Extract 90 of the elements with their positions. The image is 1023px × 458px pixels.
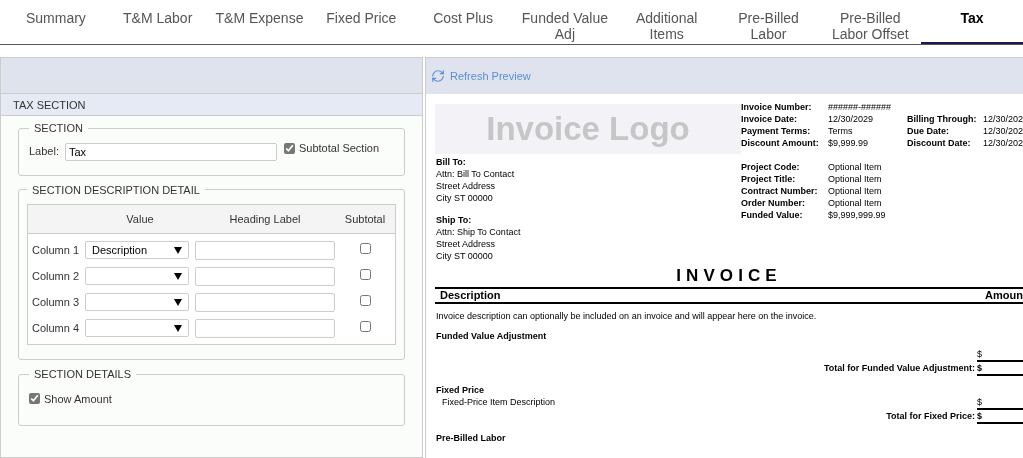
- address-title: Ship To:: [436, 214, 473, 226]
- section-title: TAX SECTION: [1, 94, 422, 116]
- checkbox-label: Show Amount: [44, 391, 112, 407]
- tab[interactable]: Summary: [5, 0, 107, 44]
- item-description: Fixed-Price Item Description: [441, 396, 556, 409]
- caret-icon: [174, 272, 182, 280]
- address-line: City ST 00000: [436, 250, 494, 262]
- info-value: 12/30/202: [982, 125, 1023, 137]
- info-value: 12/30/2029: [827, 113, 873, 125]
- total-label: Total for Funded Value Adjustment:: [824, 362, 976, 375]
- column-header: Heading Label: [228, 211, 302, 227]
- tab[interactable]: T&M Labor: [106, 0, 209, 44]
- caret-icon: [174, 324, 182, 332]
- tab[interactable]: Tax: [921, 0, 1023, 44]
- info-label: Invoice Date:: [740, 113, 798, 125]
- value-dropdown[interactable]: [85, 319, 189, 337]
- checkbox[interactable]: [284, 143, 295, 154]
- address-line: Street Address: [436, 180, 497, 192]
- info-label: Project Code:: [740, 161, 801, 173]
- column-header: Description: [440, 289, 501, 302]
- caret-icon: [174, 298, 182, 306]
- label-input[interactable]: Tax: [65, 142, 277, 161]
- heading-label-input[interactable]: [195, 240, 335, 260]
- row-label: Column 4: [31, 320, 81, 336]
- checkbox[interactable]: [359, 320, 371, 332]
- group-legend: SECTION DETAILS: [29, 366, 136, 383]
- info-label: Funded Value:: [740, 209, 804, 221]
- info-label: Payment Terms:: [740, 125, 812, 137]
- total-amount: $: [977, 362, 1023, 376]
- tab[interactable]: T&M Expense: [208, 0, 311, 44]
- column-header: Value: [125, 211, 155, 227]
- info-value: Optional Item: [827, 161, 882, 173]
- info-label: Project Title:: [740, 173, 797, 185]
- info-label: Invoice Number:: [740, 101, 813, 113]
- address-line: Attn: Bill To Contact: [436, 168, 516, 180]
- info-value: ######-######: [827, 101, 892, 113]
- tab[interactable]: Cost Plus: [412, 0, 514, 44]
- refresh-icon: [431, 69, 445, 83]
- heading-label-input[interactable]: [195, 266, 335, 286]
- info-label: Order Number:: [740, 197, 806, 209]
- heading-label-input[interactable]: [195, 318, 335, 338]
- address-title: Bill To:: [436, 156, 467, 168]
- section-heading: Funded Value Adjustment: [435, 330, 548, 342]
- checkbox[interactable]: [359, 268, 371, 280]
- info-value: $9,999.99: [827, 137, 868, 149]
- total-label: Total for Fixed Price:: [886, 410, 976, 423]
- tab[interactable]: Additional Items: [615, 0, 718, 44]
- invoice-title: INVOICE: [675, 266, 783, 286]
- info-value: Optional Item: [827, 197, 882, 209]
- info-label: Discount Amount:: [740, 137, 820, 149]
- info-value: Terms: [827, 125, 853, 137]
- tab[interactable]: Pre-Billed Labor: [717, 0, 820, 44]
- field-label: Label:: [29, 144, 59, 160]
- info-label: Billing Through:: [906, 113, 978, 125]
- column-header: Amoun: [985, 289, 1023, 302]
- tab[interactable]: Pre-Billed Labor Offset: [819, 0, 922, 44]
- info-label: Discount Date:: [906, 137, 972, 149]
- info-value: $9,999,999.99: [827, 209, 886, 221]
- address-line: Street Address: [436, 238, 497, 250]
- row-label: Column 3: [31, 294, 81, 310]
- amount-value: $: [977, 396, 1023, 410]
- tab[interactable]: Fixed Price: [310, 0, 413, 44]
- heading-label-input[interactable]: [195, 292, 335, 312]
- row-label: Column 1: [31, 242, 81, 258]
- caret-icon: [174, 246, 182, 254]
- group-legend: SECTION DESCRIPTION DETAIL: [27, 181, 205, 198]
- total-amount: $: [977, 410, 1023, 424]
- info-value: 12/30/202: [982, 113, 1023, 125]
- value-dropdown[interactable]: Description: [85, 241, 189, 259]
- address-line: Attn: Ship To Contact: [436, 226, 522, 238]
- info-label: Due Date:: [906, 125, 950, 137]
- checkbox[interactable]: [359, 242, 371, 254]
- value-dropdown[interactable]: [85, 267, 189, 285]
- info-value: 12/30/202: [982, 137, 1023, 149]
- info-value: Optional Item: [827, 173, 882, 185]
- tab[interactable]: Funded Value Adj: [514, 0, 616, 44]
- checkbox[interactable]: [29, 393, 40, 405]
- info-label: Contract Number:: [740, 185, 819, 197]
- value-dropdown[interactable]: [85, 293, 189, 311]
- invoice-note: Invoice description can optionally be included on an invoice and will appear here on the invoice.: [435, 310, 818, 322]
- section-heading: Fixed Price: [435, 384, 486, 396]
- row-label: Column 2: [31, 268, 81, 284]
- address-line: City ST 00000: [436, 192, 494, 204]
- checkbox[interactable]: [359, 294, 371, 306]
- column-header: Subtotal: [343, 211, 387, 227]
- section-heading: Pre-Billed Labor: [435, 432, 507, 444]
- amount-value: $: [977, 348, 1023, 362]
- checkbox-label: Subtotal Section: [299, 141, 380, 157]
- info-value: Optional Item: [827, 185, 882, 197]
- group-legend: SECTION: [29, 120, 88, 137]
